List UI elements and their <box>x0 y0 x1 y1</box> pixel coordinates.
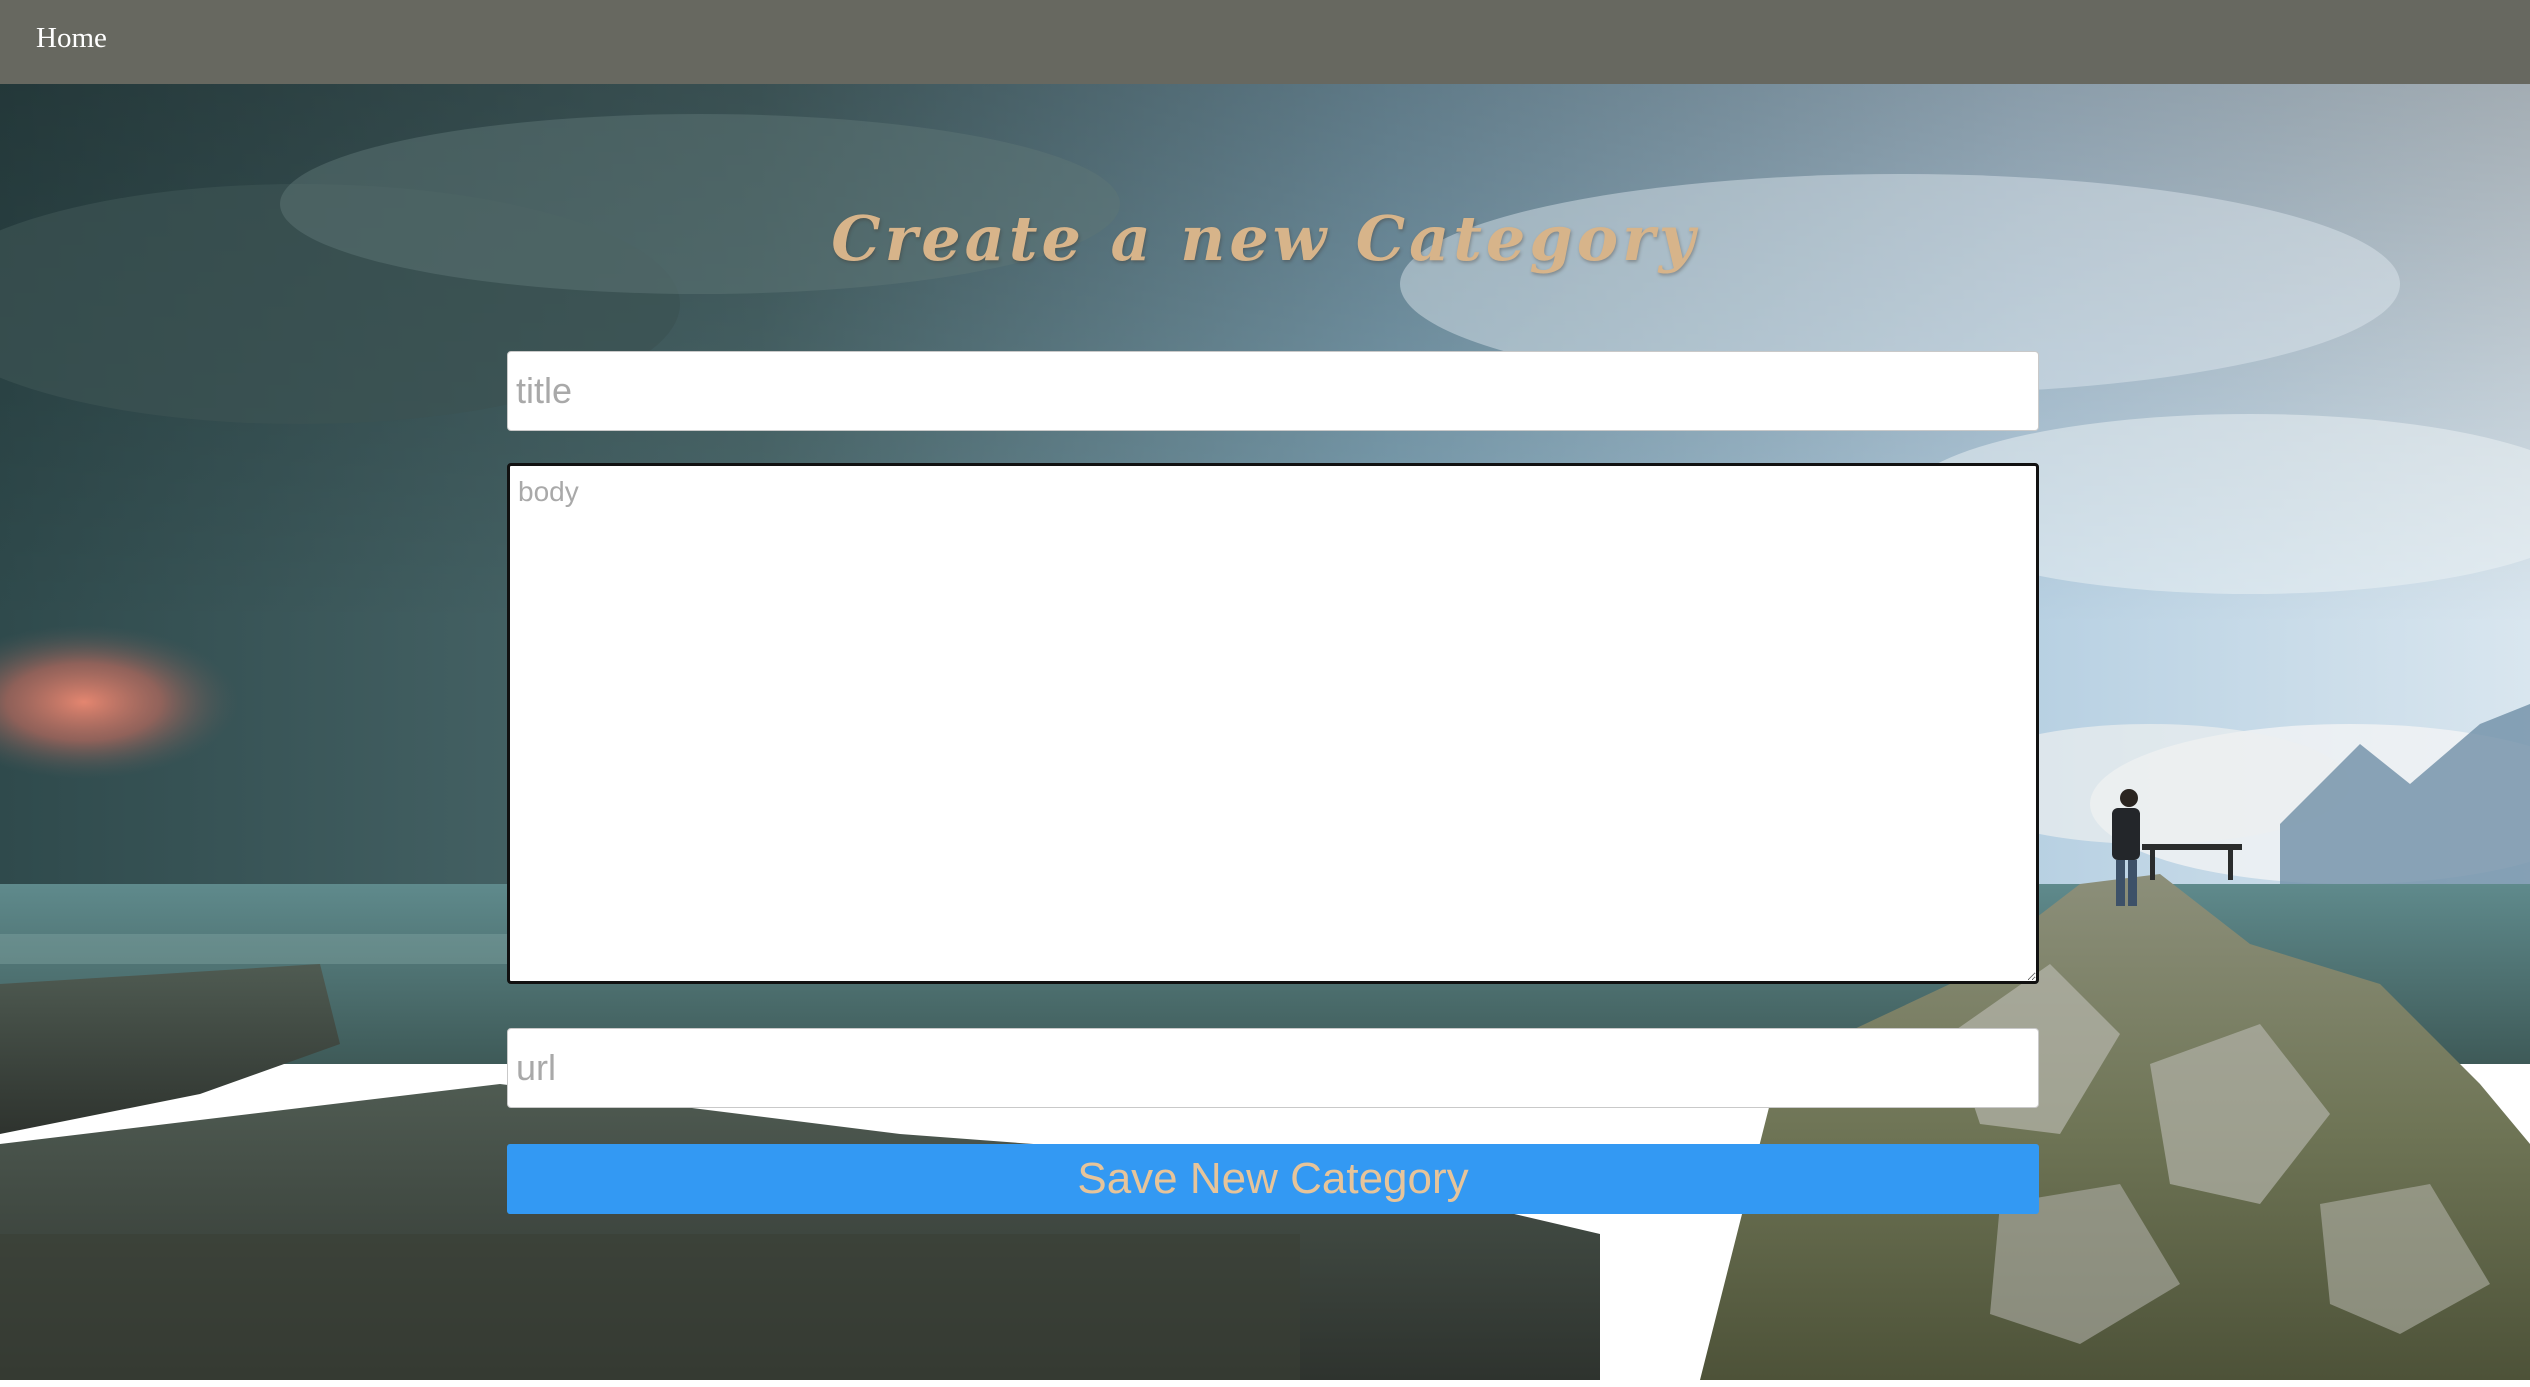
body-textarea[interactable] <box>507 463 2039 984</box>
title-input[interactable] <box>507 351 2039 431</box>
save-new-category-button[interactable]: Save New Category <box>507 1144 2039 1214</box>
page-title: Create a new Category <box>831 201 1699 275</box>
url-input[interactable] <box>507 1028 2039 1108</box>
nav-home-link[interactable]: Home <box>36 22 107 55</box>
new-category-form: Save New Category <box>507 351 2039 1214</box>
top-navbar: Home <box>0 0 2530 84</box>
bottom-edge <box>0 1380 2530 1387</box>
